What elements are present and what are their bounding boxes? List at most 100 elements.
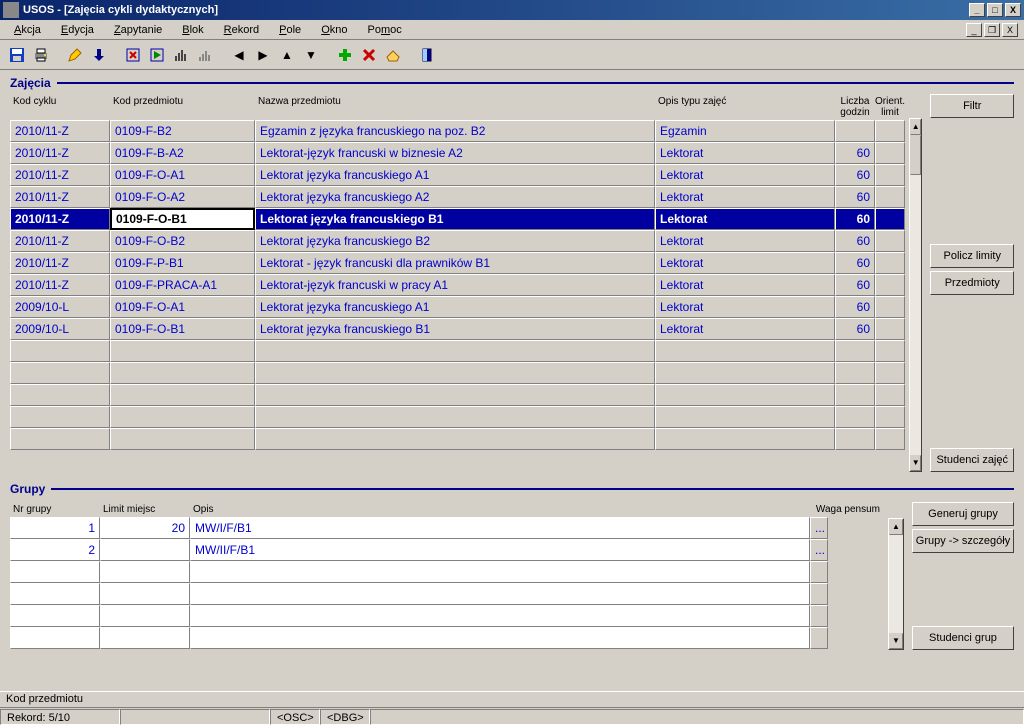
- cell-limit[interactable]: [100, 627, 190, 649]
- policz-limity-button[interactable]: Policz limity: [930, 244, 1014, 268]
- cell-kod_cyklu[interactable]: 2010/11-Z: [10, 120, 110, 142]
- table-row[interactable]: 2 MW/II/F/B1...: [10, 539, 884, 561]
- ellipsis-button[interactable]: ...: [810, 539, 828, 561]
- cell-opis[interactable]: [190, 627, 810, 649]
- cell-opis[interactable]: [190, 605, 810, 627]
- cell-opis[interactable]: [655, 428, 835, 450]
- cell-kod_cyklu[interactable]: [10, 340, 110, 362]
- prev-block-icon[interactable]: ▲: [276, 44, 298, 66]
- cell-limit[interactable]: [875, 164, 905, 186]
- cell-kod_przedmiotu[interactable]: 0109-F-O-B1: [110, 318, 255, 340]
- table-row[interactable]: ...: [10, 605, 884, 627]
- table-row[interactable]: [10, 428, 905, 450]
- ellipsis-button[interactable]: ...: [810, 561, 828, 583]
- cell-kod_przedmiotu[interactable]: [110, 406, 255, 428]
- przedmioty-button[interactable]: Przedmioty: [930, 271, 1014, 295]
- cell-nazwa[interactable]: Lektorat - język francuski dla prawników…: [255, 252, 655, 274]
- cell-limit[interactable]: [875, 230, 905, 252]
- cell-limit[interactable]: [100, 605, 190, 627]
- cell-opis[interactable]: Lektorat: [655, 252, 835, 274]
- cell-limit[interactable]: [875, 318, 905, 340]
- cell-kod_przedmiotu[interactable]: [110, 384, 255, 406]
- cell-godzin[interactable]: [835, 384, 875, 406]
- cell-nr[interactable]: [10, 627, 100, 649]
- cell-limit[interactable]: [875, 384, 905, 406]
- cell-opis[interactable]: MW/I/F/B1: [190, 517, 810, 539]
- cell-kod_cyklu[interactable]: 2010/11-Z: [10, 208, 110, 230]
- studenci-zajec-button[interactable]: Studenci zajęć: [930, 448, 1014, 472]
- ellipsis-button[interactable]: ...: [810, 583, 828, 605]
- cell-kod_cyklu[interactable]: [10, 428, 110, 450]
- cell-nazwa[interactable]: Lektorat-język francuski w pracy A1: [255, 274, 655, 296]
- table-row[interactable]: 2010/11-Z0109-F-O-A2Lektorat języka fran…: [10, 186, 905, 208]
- cell-godzin[interactable]: 60: [835, 252, 875, 274]
- insert-record-icon[interactable]: [334, 44, 356, 66]
- cell-nazwa[interactable]: Egzamin z języka francuskiego na poz. B2: [255, 120, 655, 142]
- cell-opis[interactable]: Lektorat: [655, 318, 835, 340]
- edit-icon[interactable]: [64, 44, 86, 66]
- cell-kod_cyklu[interactable]: 2010/11-Z: [10, 252, 110, 274]
- table-row[interactable]: [10, 362, 905, 384]
- cell-limit[interactable]: [875, 142, 905, 164]
- cell-kod_przedmiotu[interactable]: 0109-F-B-A2: [110, 142, 255, 164]
- cell-nazwa[interactable]: Lektorat języka francuskiego A1: [255, 164, 655, 186]
- cell-nazwa[interactable]: Lektorat-język francuski w biznesie A2: [255, 142, 655, 164]
- cell-limit[interactable]: [100, 583, 190, 605]
- cell-nazwa[interactable]: Lektorat języka francuskiego B2: [255, 230, 655, 252]
- cell-nazwa[interactable]: [255, 384, 655, 406]
- cell-nazwa[interactable]: [255, 406, 655, 428]
- table-row[interactable]: 120MW/I/F/B1...: [10, 517, 884, 539]
- zajecia-scrollbar[interactable]: ▲ ▼: [909, 118, 922, 472]
- cell-nazwa[interactable]: [255, 340, 655, 362]
- cell-opis[interactable]: [655, 406, 835, 428]
- cell-kod_cyklu[interactable]: 2010/11-Z: [10, 164, 110, 186]
- cell-limit[interactable]: [875, 340, 905, 362]
- close-button[interactable]: X: [1005, 3, 1021, 17]
- cell-opis[interactable]: Lektorat: [655, 142, 835, 164]
- cell-limit[interactable]: [875, 362, 905, 384]
- scroll-up-icon[interactable]: ▲: [910, 119, 921, 135]
- menu-edycja[interactable]: Edycja: [51, 22, 104, 38]
- print-icon[interactable]: [30, 44, 52, 66]
- grupy-scrollbar[interactable]: ▲ ▼: [888, 518, 904, 650]
- table-row[interactable]: 2010/11-Z0109-F-B2Egzamin z języka franc…: [10, 120, 905, 142]
- table-row[interactable]: 2009/10-L0109-F-O-A1Lektorat języka fran…: [10, 296, 905, 318]
- cell-godzin[interactable]: 60: [835, 230, 875, 252]
- cell-opis[interactable]: [655, 384, 835, 406]
- save-icon[interactable]: [6, 44, 28, 66]
- table-row[interactable]: 2010/11-Z0109-F-O-B1Lektorat języka fran…: [10, 208, 905, 230]
- cell-opis[interactable]: Lektorat: [655, 296, 835, 318]
- cell-godzin[interactable]: 60: [835, 296, 875, 318]
- scroll-down-icon[interactable]: ▼: [910, 455, 921, 471]
- query-enter-icon[interactable]: [122, 44, 144, 66]
- prev-record-icon[interactable]: ◀: [228, 44, 250, 66]
- cell-limit[interactable]: [875, 252, 905, 274]
- table-row[interactable]: ...: [10, 627, 884, 649]
- table-row[interactable]: [10, 340, 905, 362]
- cell-kod_przedmiotu[interactable]: 0109-F-P-B1: [110, 252, 255, 274]
- cell-kod_przedmiotu[interactable]: 0109-F-O-A1: [110, 164, 255, 186]
- table-row[interactable]: 2009/10-L0109-F-O-B1Lektorat języka fran…: [10, 318, 905, 340]
- cell-nr[interactable]: [10, 605, 100, 627]
- scroll-thumb[interactable]: [910, 135, 921, 175]
- cell-nazwa[interactable]: Lektorat języka francuskiego A1: [255, 296, 655, 318]
- cell-nr[interactable]: 2: [10, 539, 100, 561]
- studenci-grup-button[interactable]: Studenci grup: [912, 626, 1014, 650]
- grupy-szczegoly-button[interactable]: Grupy -> szczegóły: [912, 529, 1014, 553]
- exit-icon[interactable]: [416, 44, 438, 66]
- cell-opis[interactable]: MW/II/F/B1: [190, 539, 810, 561]
- cell-kod_cyklu[interactable]: 2009/10-L: [10, 296, 110, 318]
- table-row[interactable]: 2010/11-Z0109-F-P-B1Lektorat - język fra…: [10, 252, 905, 274]
- table-row[interactable]: ...: [10, 583, 884, 605]
- cell-limit[interactable]: [100, 539, 190, 561]
- cell-limit[interactable]: [875, 120, 905, 142]
- generuj-grupy-button[interactable]: Generuj grupy: [912, 502, 1014, 526]
- cell-kod_przedmiotu[interactable]: 0109-F-PRACA-A1: [110, 274, 255, 296]
- cell-godzin[interactable]: [835, 428, 875, 450]
- cell-nr[interactable]: [10, 561, 100, 583]
- cell-nazwa[interactable]: [255, 362, 655, 384]
- cell-opis[interactable]: Lektorat: [655, 230, 835, 252]
- cell-kod_cyklu[interactable]: 2010/11-Z: [10, 274, 110, 296]
- cell-opis[interactable]: Lektorat: [655, 208, 835, 230]
- maximize-button[interactable]: □: [987, 3, 1003, 17]
